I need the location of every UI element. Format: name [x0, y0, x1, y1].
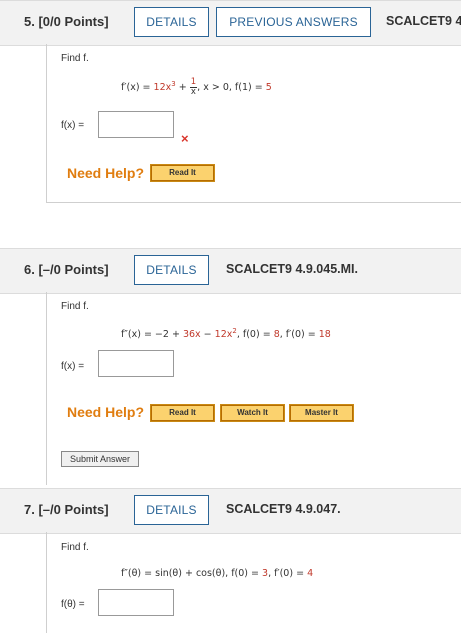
q7-header: 7. [–/0 Points] DETAILS SCALCET9 4.9.047…: [0, 488, 461, 534]
q5-equation: f′(x) = 12x3 + 1x, x > 0, f(1) = 5: [121, 78, 272, 97]
q6-need-help: Need Help?: [67, 404, 145, 420]
q6-eq-initial-2: 18: [318, 329, 331, 341]
q5-body: Find f. f′(x) = 12x3 + 1x, x > 0, f(1) =…: [46, 44, 461, 203]
q6-watch-it-button[interactable]: Watch It: [220, 404, 285, 422]
q6-number: 6. [–/0 Points]: [24, 262, 109, 277]
incorrect-icon: ×: [181, 131, 189, 146]
q5-eq-plus: +: [175, 82, 190, 93]
q5-eq-term-a: 12x: [153, 82, 172, 93]
q5-problem-code: SCALCET9 4.: [386, 14, 461, 28]
q6-eq-term-b: 12x: [214, 329, 233, 341]
q6-submit-answer-button[interactable]: Submit Answer: [61, 451, 139, 467]
q7-eq-lhs: f″(θ) = sin(θ) + cos(θ), f(0) =: [121, 568, 263, 579]
q6-find-text: Find f.: [61, 301, 89, 312]
q5-answer-input[interactable]: [98, 111, 174, 138]
q7-details-button[interactable]: DETAILS: [134, 495, 209, 525]
q6-master-it-button[interactable]: Master It: [289, 404, 354, 422]
q6-eq-cond-2: , f′(0) =: [279, 329, 319, 341]
q7-eq-cond-2: , f′(0) =: [268, 568, 308, 579]
q7-number: 7. [–/0 Points]: [24, 502, 109, 517]
q6-header: 6. [–/0 Points] DETAILS SCALCET9 4.9.045…: [0, 248, 461, 294]
q7-eq-initial-2: 4: [307, 568, 314, 579]
q5-eq-conditions: , x > 0, f(1) =: [197, 82, 266, 93]
q6-body: Find f. f″(x) = −2 + 36x − 12x2, f(0) = …: [46, 292, 461, 485]
q5-answer-label: f(x) =: [61, 120, 85, 131]
q6-problem-code: SCALCET9 4.9.045.MI.: [226, 262, 358, 276]
q6-eq-minus: −: [200, 329, 215, 341]
q5-number: 5. [0/0 Points]: [24, 14, 109, 29]
q5-read-it-button[interactable]: Read It: [150, 164, 215, 182]
q7-answer-input[interactable]: [98, 589, 174, 616]
q5-need-help: Need Help?: [67, 165, 145, 181]
q5-details-button[interactable]: DETAILS: [134, 7, 209, 37]
q7-answer-label: f(θ) =: [61, 599, 85, 610]
q6-answer-label: f(x) =: [61, 361, 85, 372]
q7-body: Find f. f″(θ) = sin(θ) + cos(θ), f(0) = …: [46, 532, 461, 633]
q6-eq-cond-1: , f(0) =: [236, 329, 274, 341]
q7-equation: f″(θ) = sin(θ) + cos(θ), f(0) = 3, f′(0)…: [121, 568, 313, 579]
q6-equation: f″(x) = −2 + 36x − 12x2, f(0) = 8, f′(0)…: [121, 327, 331, 340]
q5-eq-lhs: f′(x) =: [121, 82, 154, 93]
q7-find-text: Find f.: [61, 542, 89, 553]
q5-header: 5. [0/0 Points] DETAILS PREVIOUS ANSWERS…: [0, 0, 461, 46]
q7-problem-code: SCALCET9 4.9.047.: [226, 502, 341, 516]
q6-eq-lhs: f″(x) = −2 +: [121, 329, 183, 341]
q6-details-button[interactable]: DETAILS: [134, 255, 209, 285]
q6-read-it-button[interactable]: Read It: [150, 404, 215, 422]
q5-eq-initial: 5: [265, 82, 272, 93]
q5-previous-answers-button[interactable]: PREVIOUS ANSWERS: [216, 7, 371, 37]
q6-answer-input[interactable]: [98, 350, 174, 377]
q6-eq-term-a: 36x: [182, 329, 201, 341]
q5-find-text: Find f.: [61, 53, 89, 64]
